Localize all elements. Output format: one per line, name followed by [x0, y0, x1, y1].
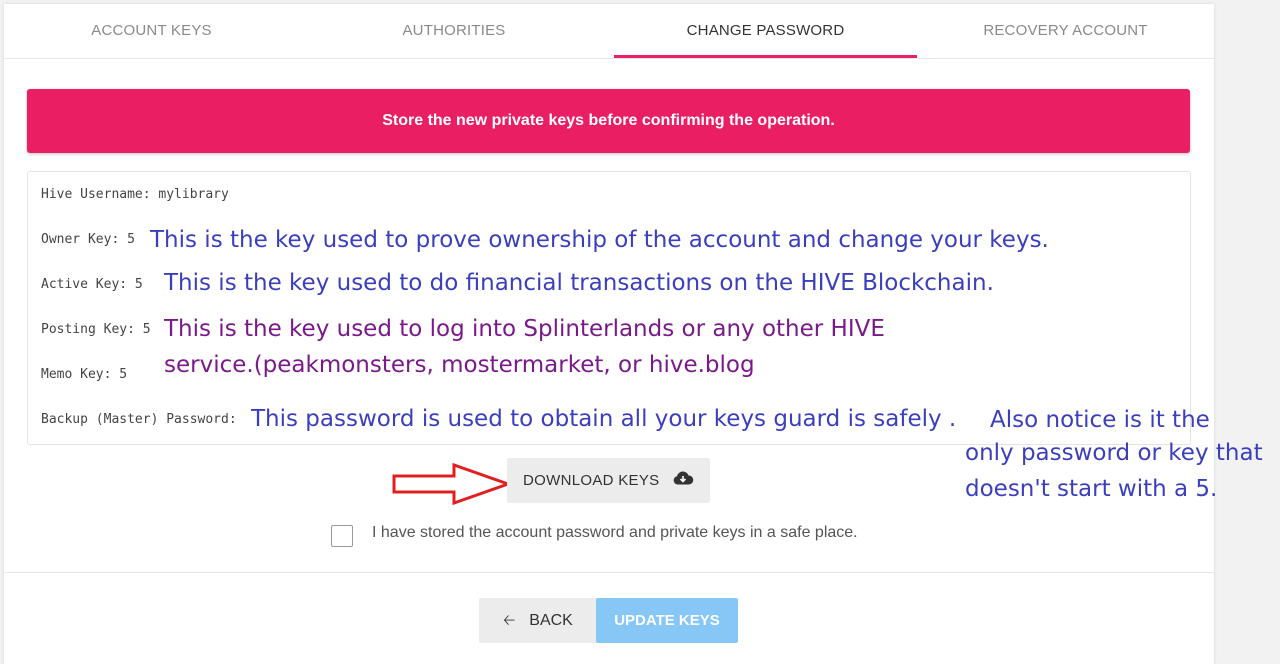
username-line: Hive Username: mylibrary: [41, 187, 229, 202]
posting-annotation-line2: service.(peakmonsters, mostermarket, or …: [164, 352, 755, 378]
tab-bar: ACCOUNT KEYS AUTHORITIES CHANGE PASSWORD…: [4, 4, 1214, 59]
owner-annotation: This is the key used to prove ownership …: [150, 227, 1049, 253]
arrow-left-icon: 🡠: [503, 612, 516, 629]
tab-change-password[interactable]: CHANGE PASSWORD: [614, 4, 917, 58]
confirm-checkbox-label[interactable]: I have stored the account password and p…: [372, 524, 858, 542]
active-annotation: This is the key used to do financial tra…: [164, 270, 994, 296]
note-annotation-line1: Also notice is it the: [990, 407, 1210, 433]
red-arrow-icon: [392, 463, 512, 505]
note-annotation-line2: only password or key that: [965, 440, 1263, 466]
download-keys-label: DOWNLOAD KEYS: [523, 472, 660, 489]
backup-annotation: This password is used to obtain all your…: [251, 406, 957, 432]
active-tab-indicator: [614, 55, 917, 58]
note-annotation-line3: doesn't start with a 5.: [965, 476, 1218, 502]
download-keys-button[interactable]: DOWNLOAD KEYS: [507, 458, 710, 503]
tab-account-keys[interactable]: ACCOUNT KEYS: [4, 4, 299, 58]
warning-alert: Store the new private keys before confir…: [27, 89, 1190, 153]
posting-annotation-line1: This is the key used to log into Splinte…: [164, 316, 885, 342]
back-button[interactable]: 🡠 BACK: [479, 598, 597, 643]
update-keys-button[interactable]: UPDATE KEYS: [596, 598, 738, 643]
tab-authorities[interactable]: AUTHORITIES: [299, 4, 609, 58]
tab-recovery-account[interactable]: RECOVERY ACCOUNT: [917, 4, 1214, 58]
footer-divider: [4, 572, 1214, 573]
back-label: BACK: [529, 612, 573, 629]
change-password-card: ACCOUNT KEYS AUTHORITIES CHANGE PASSWORD…: [4, 4, 1214, 664]
posting-key-label: Posting Key: 5: [41, 322, 151, 337]
confirm-checkbox[interactable]: [331, 525, 353, 547]
owner-key-label: Owner Key: 5: [41, 232, 135, 247]
active-key-label: Active Key: 5: [41, 277, 143, 292]
cloud-download-icon: [672, 459, 694, 504]
backup-password-label: Backup (Master) Password:: [41, 412, 237, 427]
memo-key-label: Memo Key: 5: [41, 367, 128, 382]
